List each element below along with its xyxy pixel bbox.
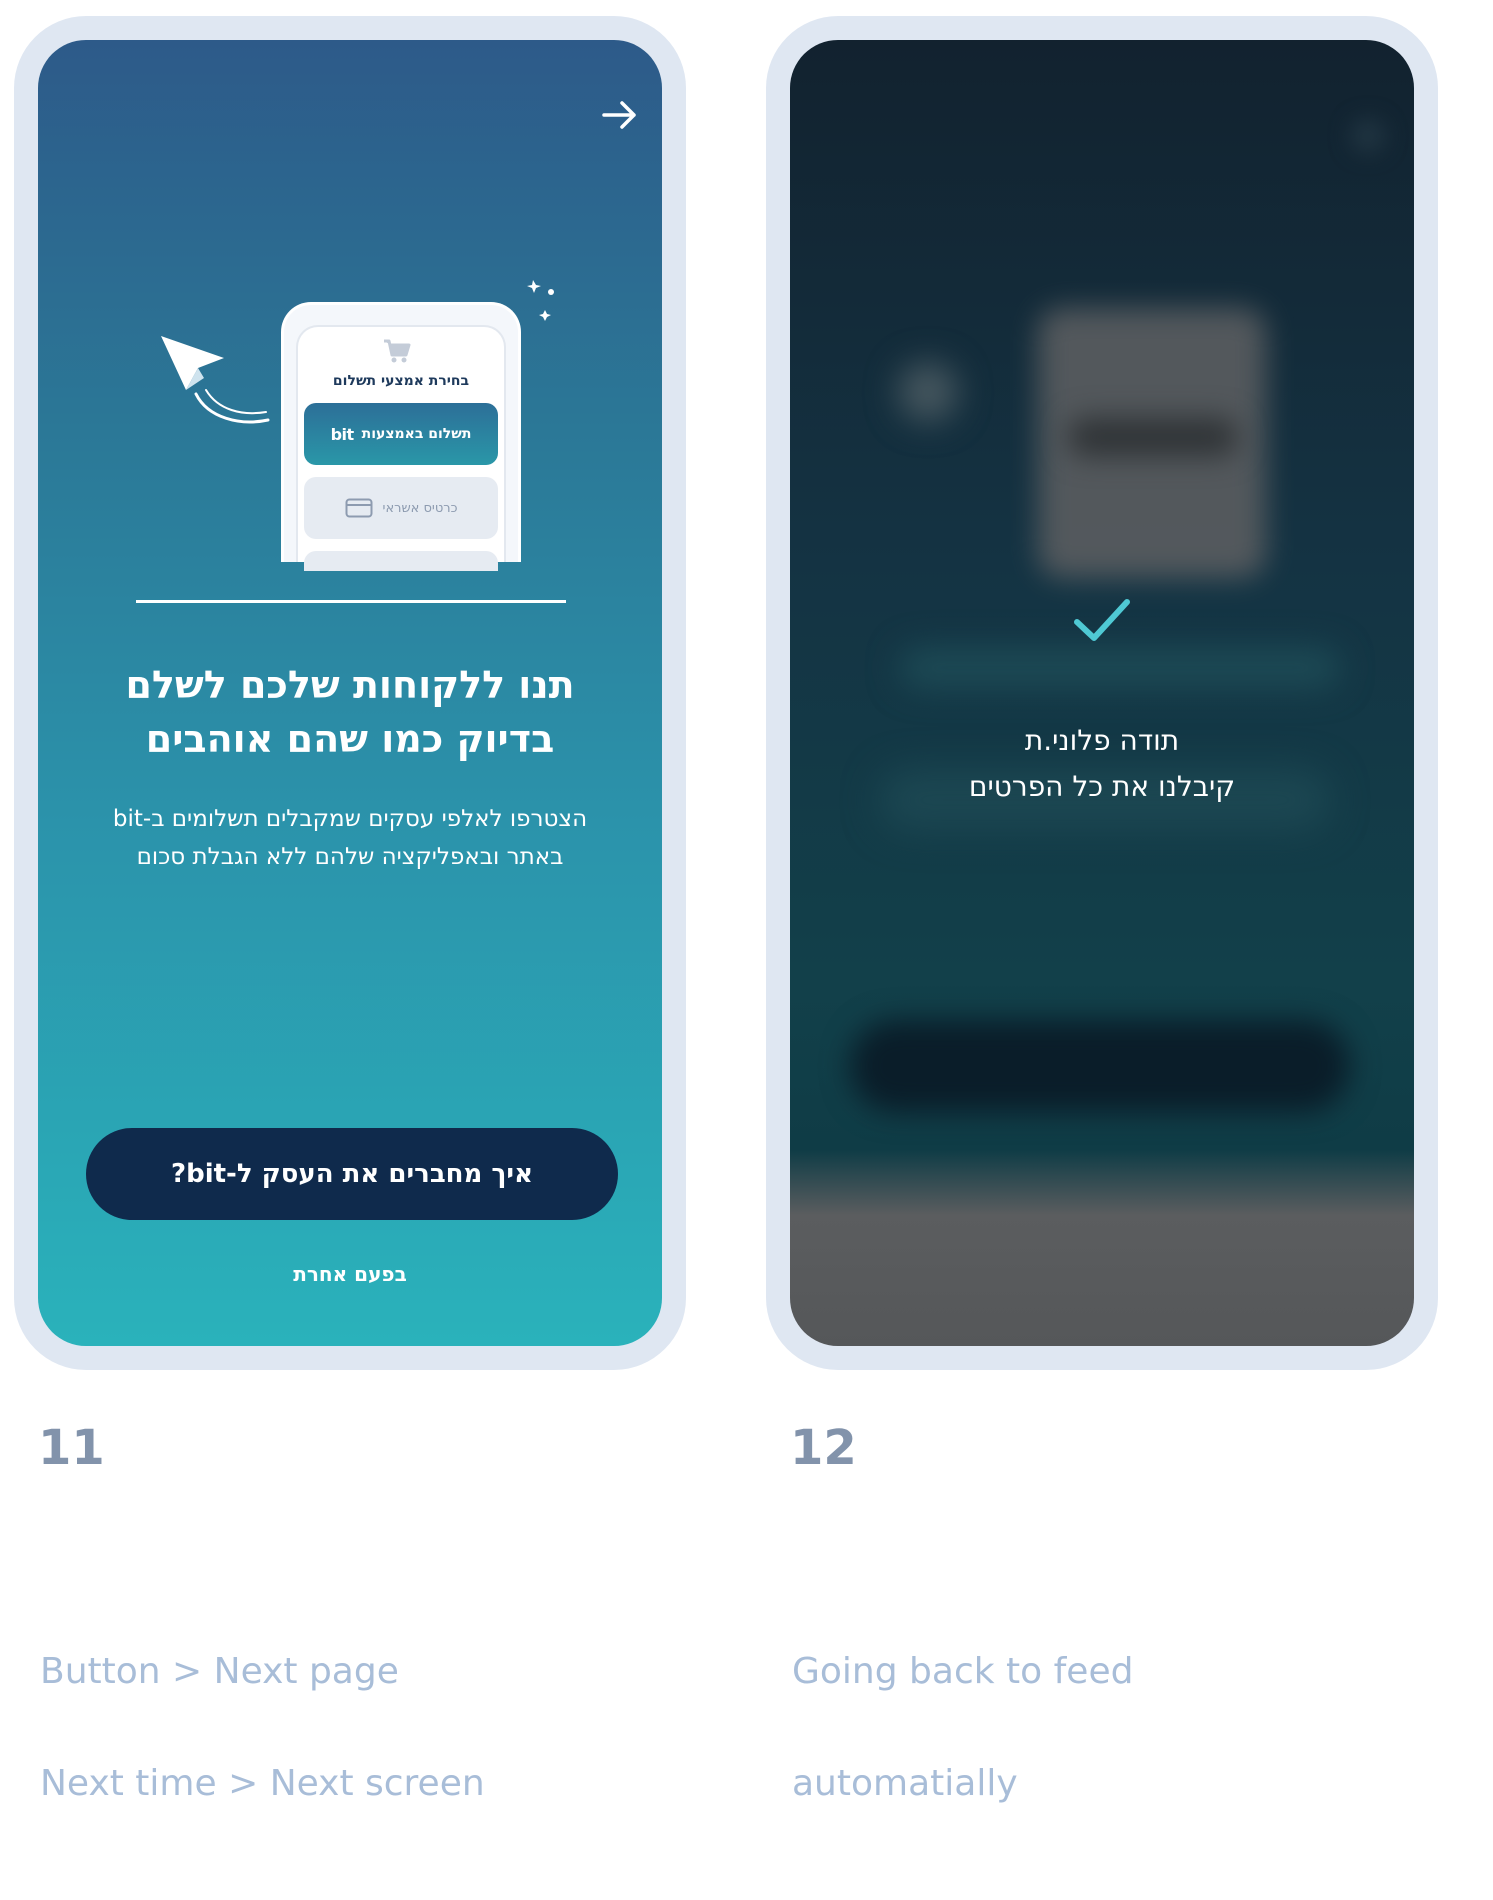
caption-line-2: automatially [792, 1763, 1018, 1804]
blurred-card-band [1068, 418, 1238, 456]
blurred-back-icon [1350, 118, 1386, 154]
payment-option-partial [304, 551, 498, 571]
onboarding-screen: בחירת אמצעי תשלום תשלום באמצעות bit כרטי… [38, 40, 662, 1346]
next-time-link[interactable]: בפעם אחרת [38, 1262, 662, 1286]
thanks-line-1: תודה פלוני.ת [1024, 724, 1180, 757]
caption-line-1: Button > Next page [40, 1651, 399, 1692]
subtitle-line-1: הצטרפו לאלפי עסקים שמקבלים תשלומים ב-bit [112, 806, 588, 832]
connect-business-button[interactable]: איך מחברים את העסק ל-bit? [86, 1128, 618, 1220]
phone-illustration: בחירת אמצעי תשלום תשלום באמצעות bit כרטי… [281, 302, 521, 571]
arrow-right-icon[interactable] [600, 98, 640, 132]
credit-card-option: כרטיס אשראי [304, 477, 498, 539]
bit-payment-option: תשלום באמצעות bit [304, 403, 498, 465]
phone-frame-step-12: תודה פלוני.ת קיבלנו את כל הפרטים [766, 16, 1438, 1370]
credit-card-icon [345, 498, 373, 518]
phone-frame-step-11: בחירת אמצעי תשלום תשלום באמצעות bit כרטי… [14, 16, 686, 1370]
blurred-illustration-dot [898, 362, 958, 422]
illustration-baseline [136, 600, 566, 603]
page-headline: תנו ללקוחות שלכם לשלם בדיוק כמו שהם אוהב… [78, 658, 622, 766]
headline-line-1: תנו ללקוחות שלכם לשלם [125, 663, 575, 707]
step-12-caption: Going back to feed automatially [792, 1588, 1133, 1868]
bit-logo: bit [330, 424, 355, 444]
blurred-button [850, 1020, 1350, 1112]
blurred-headline [900, 648, 1340, 688]
payment-illustration: בחירת אמצעי תשלום תשלום באמצעות bit כרטי… [136, 270, 566, 603]
paper-plane-icon [161, 336, 270, 424]
headline-line-2: בדיוק כמו שהם אוהבים [145, 717, 555, 761]
confirmation-message: תודה פלוני.ת קיבלנו את כל הפרטים [790, 718, 1414, 810]
checkmark-icon [1074, 599, 1130, 641]
caption-line-1: Going back to feed [792, 1651, 1134, 1692]
sparkle-icon [527, 280, 554, 321]
shopping-cart-icon [384, 339, 411, 363]
payment-method-title: בחירת אמצעי תשלום [332, 373, 470, 389]
page-subtitle: הצטרפו לאלפי עסקים שמקבלים תשלומים ב-bit… [78, 800, 622, 876]
thanks-line-2: קיבלנו את כל הפרטים [968, 770, 1236, 803]
caption-line-2: Next time > Next screen [40, 1763, 485, 1804]
subtitle-line-2: באתר ובאפליקציה שלהם ללא הגבלת סכום [136, 844, 564, 870]
step-number-12: 12 [790, 1420, 857, 1476]
bit-option-label: תשלום באמצעות [361, 426, 472, 442]
card-option-label: כרטיס אשראי [382, 500, 458, 516]
step-number-11: 11 [38, 1420, 105, 1476]
confirmation-screen: תודה פלוני.ת קיבלנו את כל הפרטים [790, 40, 1414, 1346]
step-11-caption: Button > Next page Next time > Next scre… [40, 1588, 485, 1868]
